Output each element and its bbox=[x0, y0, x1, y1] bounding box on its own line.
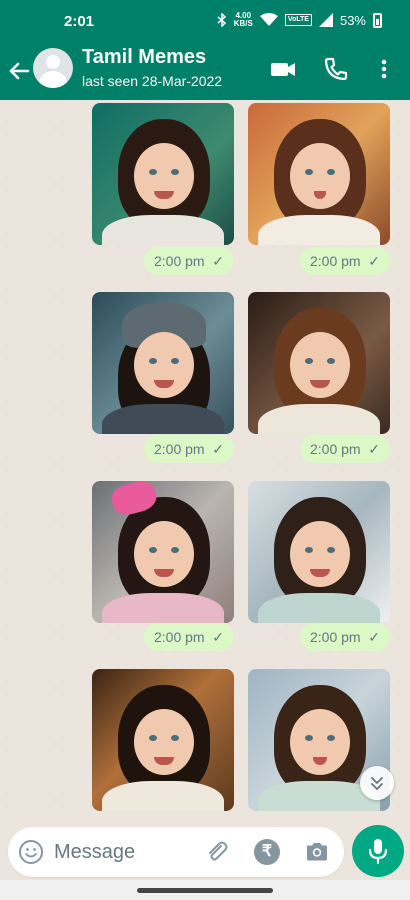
message-timestamp: 2:00 pm ✓ bbox=[300, 623, 390, 651]
contact-name[interactable]: Tamil Memes bbox=[82, 46, 206, 69]
network-speed: 4.00 KB/S bbox=[234, 12, 253, 28]
system-nav-bar bbox=[0, 880, 410, 900]
timestamp-text: 2:00 pm bbox=[154, 629, 205, 645]
attach-icon[interactable] bbox=[204, 839, 230, 865]
message-timestamp: 2:00 pm ✓ bbox=[144, 623, 234, 651]
scroll-down-button[interactable] bbox=[360, 766, 394, 800]
bluetooth-icon bbox=[217, 13, 226, 27]
message-timestamp: 2:00 pm ✓ bbox=[144, 435, 234, 463]
chat-header: Tamil Memes last seen 28-Mar-2022 bbox=[0, 44, 410, 100]
network-speed-unit: KB/S bbox=[233, 19, 253, 28]
sent-tick-icon: ✓ bbox=[368, 629, 380, 645]
volte-badge: VoLTE bbox=[284, 14, 312, 26]
timestamp-text: 2:00 pm bbox=[154, 441, 205, 457]
timestamp-text: 2:00 pm bbox=[310, 441, 361, 457]
message-timestamp: 2:00 pm ✓ bbox=[300, 435, 390, 463]
sent-tick-icon: ✓ bbox=[212, 253, 224, 269]
message-input[interactable] bbox=[54, 835, 194, 869]
back-arrow-icon[interactable] bbox=[6, 56, 32, 86]
wifi-icon bbox=[259, 13, 278, 26]
sent-tick-icon: ✓ bbox=[368, 441, 380, 457]
chat-area[interactable]: 2:00 pm ✓ 2:00 pm ✓ 2:00 pm ✓ 2:00 pm ✓ bbox=[0, 100, 410, 824]
gesture-handle[interactable] bbox=[137, 888, 273, 893]
image-message[interactable] bbox=[92, 103, 234, 245]
image-message[interactable] bbox=[248, 103, 390, 245]
image-message[interactable] bbox=[92, 292, 234, 434]
sent-tick-icon: ✓ bbox=[212, 629, 224, 645]
image-message[interactable] bbox=[248, 481, 390, 623]
mic-button[interactable] bbox=[352, 825, 404, 877]
message-composer: ₹ bbox=[8, 827, 344, 877]
voice-call-icon[interactable] bbox=[321, 54, 351, 84]
avatar-head-shape bbox=[46, 55, 60, 69]
signal-icon bbox=[318, 13, 333, 27]
scroll-down-icon bbox=[371, 777, 383, 790]
battery-icon bbox=[373, 12, 382, 28]
camera-icon[interactable] bbox=[304, 839, 330, 865]
image-message[interactable] bbox=[92, 669, 234, 811]
status-bar: 2:01 4.00 KB/S VoLTE 53% bbox=[0, 0, 410, 44]
avatar-body-shape bbox=[39, 71, 67, 88]
timestamp-text: 2:00 pm bbox=[310, 629, 361, 645]
mic-icon bbox=[368, 839, 388, 865]
emoji-icon[interactable] bbox=[18, 839, 44, 865]
image-message[interactable] bbox=[92, 481, 234, 623]
message-timestamp: 2:00 pm ✓ bbox=[144, 247, 234, 275]
status-icons: 4.00 KB/S VoLTE 53% bbox=[217, 12, 382, 28]
battery-percent: 53% bbox=[339, 12, 366, 28]
timestamp-text: 2:00 pm bbox=[154, 253, 205, 269]
timestamp-text: 2:00 pm bbox=[310, 253, 361, 269]
more-vert-icon[interactable] bbox=[372, 54, 396, 84]
image-message[interactable] bbox=[248, 292, 390, 434]
avatar[interactable] bbox=[33, 48, 73, 88]
status-time: 2:01 bbox=[64, 13, 95, 30]
video-call-icon[interactable] bbox=[268, 54, 298, 84]
rupee-icon[interactable]: ₹ bbox=[254, 839, 280, 865]
message-timestamp: 2:00 pm ✓ bbox=[300, 247, 390, 275]
sent-tick-icon: ✓ bbox=[368, 253, 380, 269]
sent-tick-icon: ✓ bbox=[212, 441, 224, 457]
last-seen-status: last seen 28-Mar-2022 bbox=[82, 73, 223, 89]
